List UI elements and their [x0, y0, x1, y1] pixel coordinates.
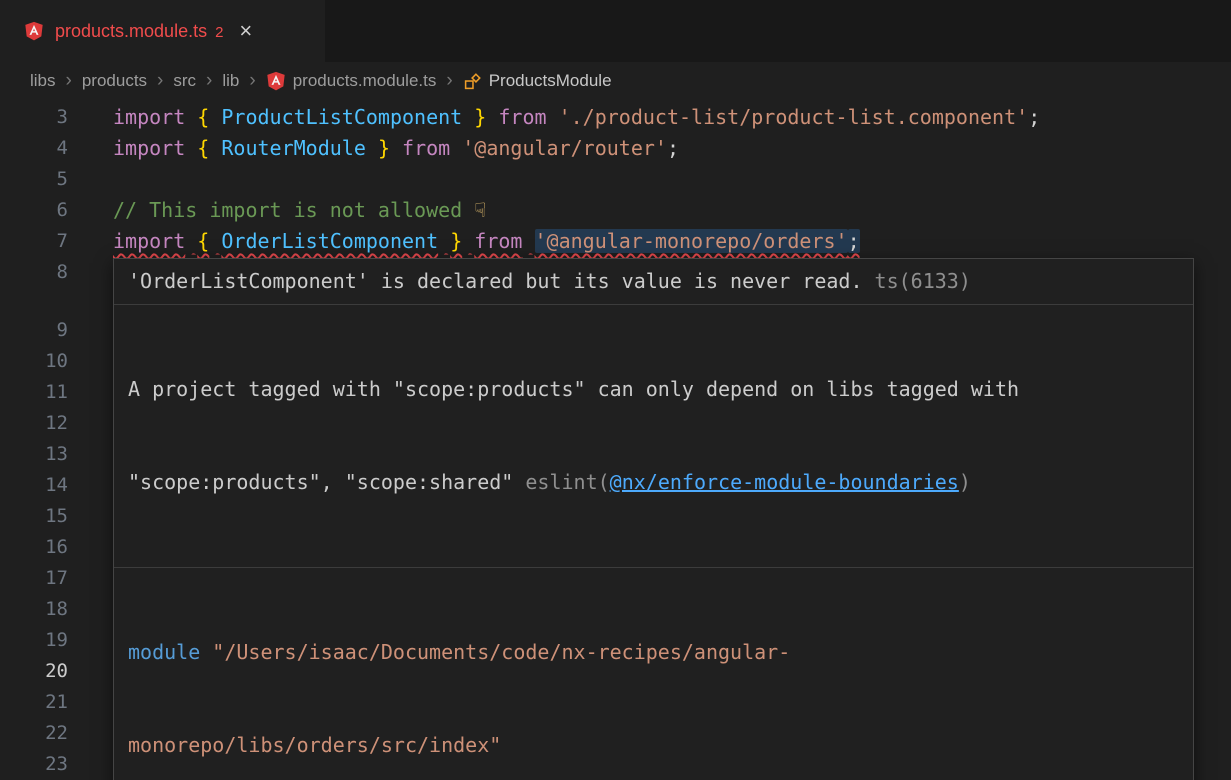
angular-logo [24, 21, 44, 41]
breadcrumb-item-productsmodule[interactable]: ProductsModule [463, 71, 612, 91]
eslint-message-line2-text: "scope:products", "scope:shared" [128, 470, 525, 494]
eslint-rule-link[interactable]: @nx/enforce-module-boundaries [610, 470, 959, 494]
tab-problem-count: 2 [215, 24, 223, 41]
line-number: 7 [0, 226, 68, 257]
breadcrumb-label: products [82, 71, 147, 91]
line-number: 13 [0, 439, 68, 470]
line-number: 8 [0, 257, 68, 288]
line-number: 22 [0, 718, 68, 749]
line-number: 4 [0, 133, 68, 164]
breadcrumb-item-lib[interactable]: lib [222, 71, 239, 91]
hover-popup: 'OrderListComponent' is declared but its… [113, 258, 1194, 780]
code-content: import { OrderListComponent } from '@ang… [113, 226, 860, 257]
chevron-right-icon: › [446, 70, 452, 92]
line-number: 14 [0, 470, 68, 501]
module-path-text1: "/Users/isaac/Documents/code/nx-recipes/… [200, 640, 790, 664]
line-number: 19 [0, 625, 68, 656]
line-number: 12 [0, 408, 68, 439]
chevron-right-icon: › [157, 70, 163, 92]
breadcrumb-item-libs[interactable]: libs [30, 71, 56, 91]
symbol-class-icon [463, 72, 482, 91]
hover-ts-diagnostic: 'OrderListComponent' is declared but its… [114, 259, 1193, 305]
chevron-right-icon: › [206, 70, 212, 92]
code-line-6[interactable]: 6 // This import is not allowed ☟ [0, 195, 1231, 226]
line-number: 10 [0, 346, 68, 377]
line-number: 3 [0, 102, 68, 133]
editor[interactable]: 3 import { ProductListComponent } from '.… [0, 100, 1231, 780]
chevron-right-icon: › [249, 70, 255, 92]
breadcrumb-label: products.module.ts [293, 71, 437, 91]
line-number: 6 [0, 195, 68, 226]
angular-icon [266, 71, 286, 91]
tab-bar: products.module.ts 2 × [0, 0, 1231, 62]
hover-eslint-diagnostic: A project tagged with "scope:products" c… [114, 305, 1193, 568]
module-keyword: module [128, 640, 200, 664]
angular-logo [266, 71, 286, 91]
code-line-4[interactable]: 4 import { RouterModule } from '@angular/… [0, 133, 1231, 164]
line-number: 15 [0, 501, 68, 532]
tab-products-module[interactable]: products.module.ts 2 × [0, 0, 325, 62]
chevron-right-icon: › [66, 70, 72, 92]
line-number: 9 [0, 315, 68, 346]
breadcrumb-label: src [173, 71, 196, 91]
code-line-5[interactable]: 5 [0, 164, 1231, 195]
breadcrumb-label: libs [30, 71, 56, 91]
breadcrumb-item-products-module-ts[interactable]: products.module.ts [266, 71, 437, 91]
ts-diagnostic-message: 'OrderListComponent' is declared but its… [128, 269, 863, 293]
angular-icon [24, 21, 44, 41]
line-number: 20 [0, 656, 68, 687]
code-content: import { ProductListComponent } from './… [113, 102, 1040, 133]
eslint-message-line2: "scope:products", "scope:shared" eslint(… [128, 467, 1179, 498]
ts-diagnostic-code: ts(6133) [863, 269, 971, 293]
line-number: 21 [0, 687, 68, 718]
module-path-line1: module "/Users/isaac/Documents/code/nx-r… [128, 637, 1179, 668]
breadcrumb-item-products[interactable]: products [82, 71, 147, 91]
eslint-source-open: eslint( [525, 470, 609, 494]
breadcrumb: libs › products › src › lib › products.module.ts… [0, 62, 1231, 100]
line-number: 18 [0, 594, 68, 625]
code-line-3[interactable]: 3 import { ProductListComponent } from '.… [0, 102, 1231, 133]
breadcrumb-label: ProductsModule [489, 71, 612, 91]
line-number: 5 [0, 164, 68, 195]
line-number: 16 [0, 532, 68, 563]
code-content: import { RouterModule } from '@angular/r… [113, 133, 679, 164]
close-icon[interactable]: × [239, 20, 252, 42]
breadcrumb-item-src[interactable]: src [173, 71, 196, 91]
module-path-text2: monorepo/libs/orders/src/index" [128, 733, 501, 757]
class-symbol-icon [463, 72, 482, 91]
tab-title: products.module.ts [55, 21, 207, 42]
eslint-source-close: ) [959, 470, 971, 494]
line-number: 23 [0, 749, 68, 780]
hover-module-info: module "/Users/isaac/Documents/code/nx-r… [114, 568, 1193, 780]
module-path-line2: monorepo/libs/orders/src/index" [128, 730, 1179, 761]
eslint-message-line1: A project tagged with "scope:products" c… [128, 374, 1179, 405]
code-line-7[interactable]: 7 import { OrderListComponent } from '@an… [0, 226, 1231, 257]
breadcrumb-label: lib [222, 71, 239, 91]
line-number: 17 [0, 563, 68, 594]
line-number: 11 [0, 377, 68, 408]
code-content: // This import is not allowed ☟ [113, 195, 486, 226]
